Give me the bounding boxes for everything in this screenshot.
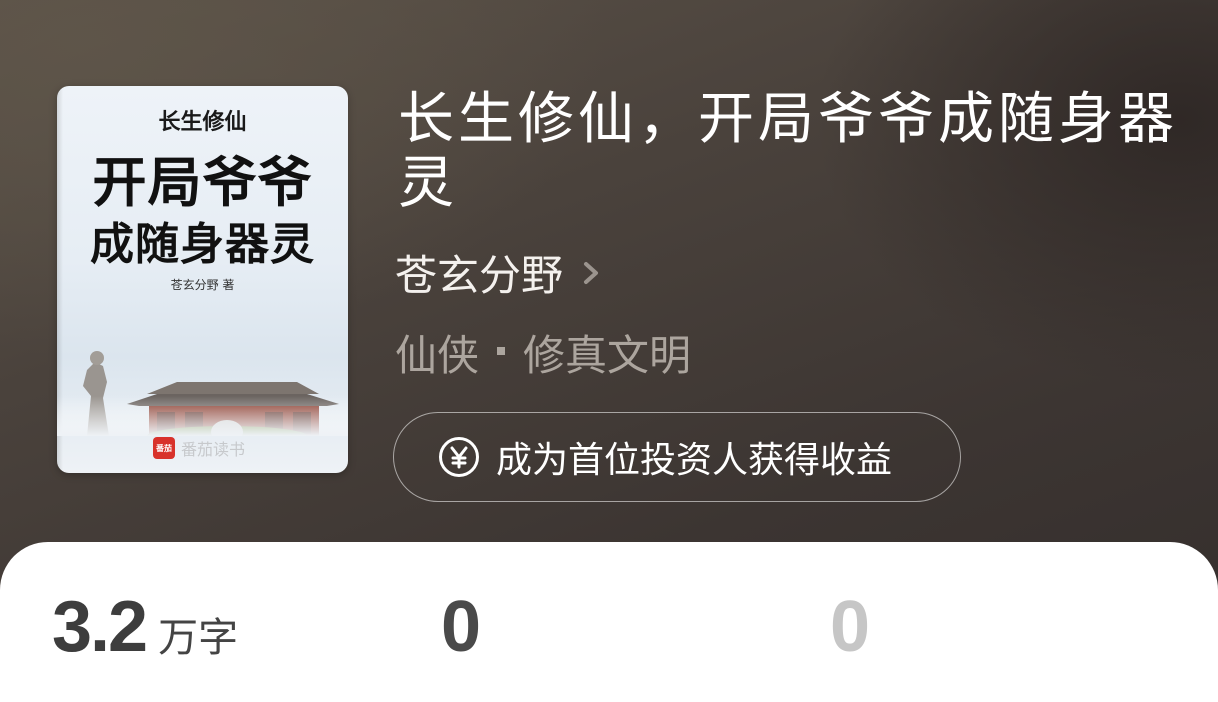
author-link[interactable]: 苍玄分野	[395, 242, 607, 303]
genre-main[interactable]: 仙侠	[395, 322, 479, 383]
cover-small-title: 长生修仙	[158, 110, 247, 135]
publisher-name: 番茄读书	[181, 440, 246, 459]
genre-separator	[497, 346, 506, 355]
stat-second-value: 0	[441, 587, 481, 667]
book-cover[interactable]: 长生修仙 开局爷爷 成随身器灵 苍玄分野 著 番茄 番茄读书	[57, 86, 348, 473]
book-title: 长生修仙，开局爷爷成随身器灵	[398, 87, 1178, 216]
publisher-badge: 番茄	[153, 437, 175, 459]
genre-tags: 仙侠 修真文明	[395, 322, 691, 383]
word-count-value: 3.2	[52, 587, 148, 667]
chevron-right-icon	[584, 261, 599, 284]
cover-big-title-line2: 成随身器灵	[90, 219, 315, 270]
invest-button-label: 成为首位投资人获得收益	[496, 440, 893, 481]
cover-big-title-line1: 开局爷爷	[92, 151, 313, 214]
cover-illustration	[57, 351, 348, 436]
stat-third-value: 0	[830, 587, 870, 667]
invest-button[interactable]: 成为首位投资人获得收益	[393, 412, 961, 502]
publisher-logo: 番茄 番茄读书	[153, 436, 245, 460]
stat-second: 0	[441, 587, 481, 667]
stat-third: 0	[830, 587, 870, 667]
author-name: 苍玄分野	[395, 251, 564, 300]
yen-circle-icon	[439, 437, 479, 477]
word-count-unit: 万字	[158, 615, 239, 661]
word-count-stat: 3.2 万字	[52, 588, 238, 666]
genre-sub[interactable]: 修真文明	[523, 322, 691, 383]
